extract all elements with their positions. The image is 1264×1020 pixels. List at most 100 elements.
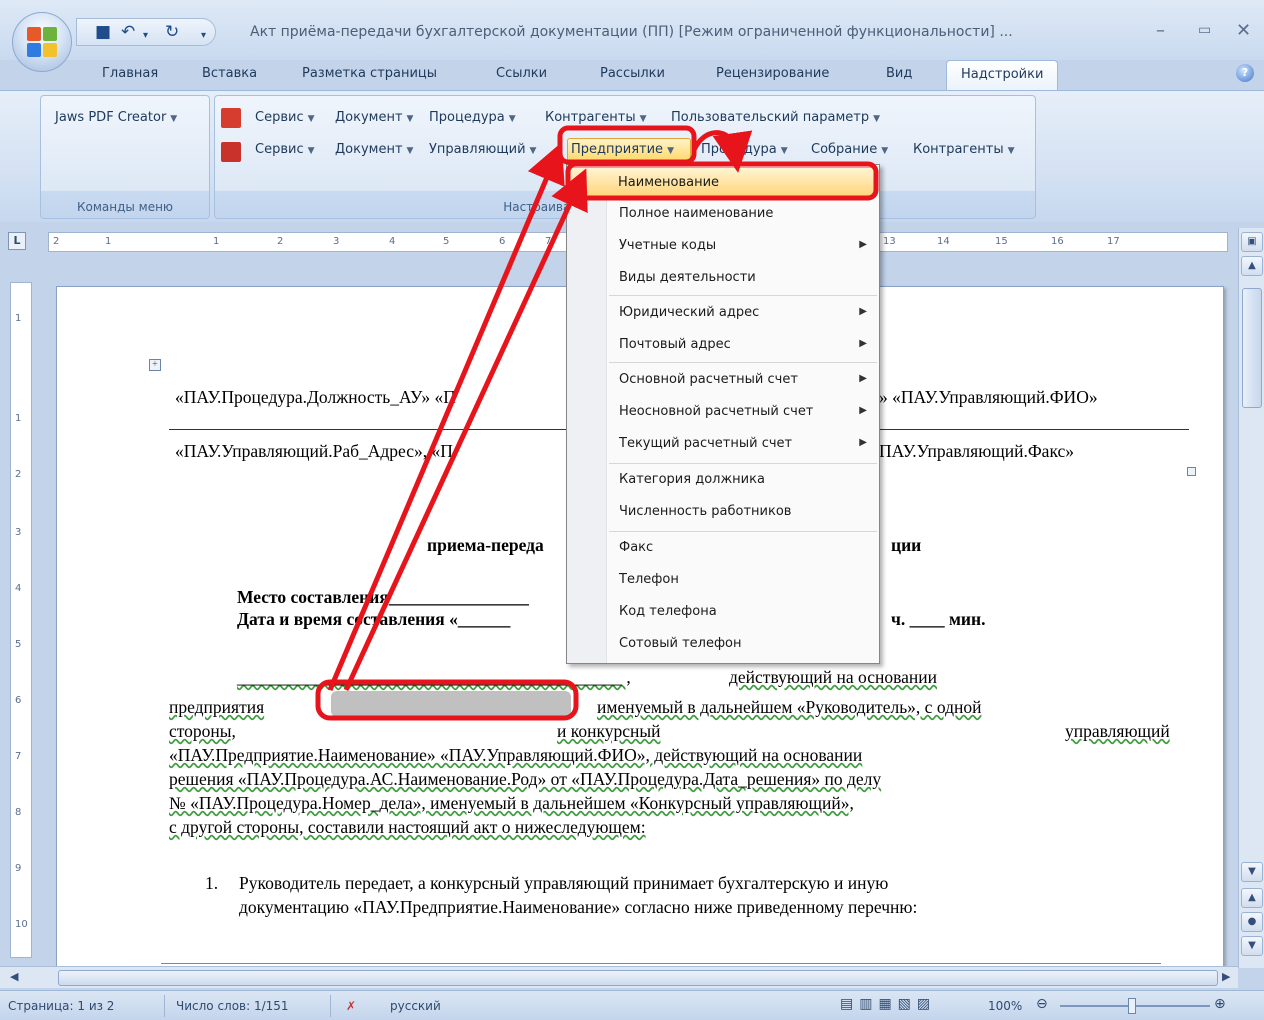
quick-access-toolbar: ■ ↶ ▾ ↻ ▾	[76, 18, 216, 46]
r2-document-menu[interactable]: Документ ▼	[335, 142, 413, 157]
menu-item-mobile-phone[interactable]: Сотовый телефон	[569, 629, 877, 659]
toolbar1-app-icon	[221, 108, 241, 128]
customize-qat-icon[interactable]: ▾	[201, 27, 206, 45]
doc-place: Место составления________________	[237, 587, 529, 607]
menu-item-name[interactable]: Наименование	[569, 167, 877, 197]
doc-line2-left: «ПАУ.Управляющий.Раб_Адрес», «П	[175, 441, 453, 461]
scroll-right-icon[interactable]: ▶	[1222, 970, 1230, 983]
zoom-slider-thumb[interactable]	[1128, 998, 1136, 1014]
menu-item-account-codes[interactable]: Учетные коды ▶	[569, 231, 877, 261]
status-bar: Страница: 1 из 2 Число слов: 1/151 ✗ рус…	[0, 990, 1264, 1020]
tab-review[interactable]: Рецензирование	[716, 66, 829, 81]
table-top-border	[161, 963, 1161, 964]
tab-mailings[interactable]: Рассылки	[600, 66, 665, 81]
jaws-pdf-creator-label: Jaws PDF Creator	[55, 110, 167, 125]
submenu-arrow-icon: ▶	[859, 239, 867, 250]
maximize-icon[interactable]: ▭	[1198, 22, 1211, 38]
minimize-icon[interactable]: –	[1156, 20, 1165, 41]
doc-p5: решения «ПАУ.Процедура.АС.Наименование.Р…	[169, 769, 882, 789]
doc-p3-mid: и конкурсный	[557, 721, 661, 741]
tab-view[interactable]: Вид	[886, 66, 912, 81]
doc-p6: № «ПАУ.Процедура.Номер_дела», именуемый …	[169, 793, 854, 813]
zoom-level[interactable]: 100%	[988, 999, 1022, 1013]
scroll-down-icon[interactable]: ▼	[1241, 862, 1263, 882]
r2-manager-menu[interactable]: Управляющий ▼	[429, 142, 536, 157]
enterprise-name-field[interactable]	[331, 691, 571, 717]
office-button[interactable]	[12, 12, 72, 72]
menu-item-postal-address[interactable]: Почтовый адрес ▶	[569, 330, 877, 360]
status-separator	[330, 995, 331, 1017]
zoom-in-icon[interactable]: ⊕	[1214, 996, 1226, 1012]
save-icon[interactable]: ■	[95, 23, 111, 41]
menu-item-employee-count[interactable]: Численность работников	[569, 497, 877, 527]
doc-line1-right: » «ПАУ.Управляющий.ФИО»	[879, 387, 1098, 407]
zoom-out-icon[interactable]: ⊖	[1036, 996, 1048, 1012]
prev-page-icon[interactable]: ▲	[1241, 888, 1263, 908]
horizontal-scrollbar[interactable]: ◀ ▶	[0, 966, 1238, 988]
submenu-arrow-icon: ▶	[859, 405, 867, 416]
jaws-pdf-creator-button[interactable]: Jaws PDF Creator ▼	[55, 110, 177, 125]
menu-item-activities[interactable]: Виды деятельности	[569, 263, 877, 293]
vertical-scroll-thumb[interactable]	[1242, 288, 1262, 408]
menu-item-current-account[interactable]: Текущий расчетный счет ▶	[569, 429, 877, 459]
undo-icon[interactable]: ↶	[121, 23, 135, 41]
help-icon[interactable]: ?	[1236, 64, 1254, 82]
r2-service-menu[interactable]: Сервис ▼	[255, 142, 315, 157]
view-buttons-icon[interactable]: ▤▥▦▧▨	[840, 996, 936, 1012]
menu-separator	[609, 362, 877, 363]
doc-p2-right: именуемый в дальнейшем «Руководитель», с…	[597, 697, 982, 717]
r2-counterparties-menu[interactable]: Контрагенты ▼	[913, 142, 1015, 157]
proofing-icon[interactable]: ✗	[346, 999, 356, 1013]
menu-item-main-account[interactable]: Основной расчетный счет ▶	[569, 365, 877, 395]
tab-insert[interactable]: Вставка	[202, 66, 257, 81]
close-icon[interactable]: ✕	[1236, 20, 1251, 41]
menu-item-phone[interactable]: Телефон	[569, 565, 877, 595]
r1-counterparties-menu[interactable]: Контрагенты ▼	[545, 110, 647, 125]
vertical-ruler[interactable]: 1 1 2 3 4 5 6 7 8 9 10	[10, 282, 32, 958]
doc-p2-left: предприятия	[169, 697, 265, 717]
doc-heading-right: ции	[891, 535, 922, 555]
r2-procedure-menu[interactable]: Процедура ▼	[701, 142, 788, 157]
submenu-arrow-icon: ▶	[859, 306, 867, 317]
r2-meeting-menu[interactable]: Собрание ▼	[811, 142, 888, 157]
tab-page-layout[interactable]: Разметка страницы	[302, 66, 437, 81]
submenu-arrow-icon: ▶	[859, 338, 867, 349]
office-logo-icon	[27, 27, 59, 59]
menu-item-fax[interactable]: Факс	[569, 533, 877, 563]
vertical-scrollbar[interactable]: ▣ ▲ ▼ ▲ ● ▼	[1238, 228, 1264, 968]
menu-item-legal-address[interactable]: Юридический адрес ▶	[569, 298, 877, 328]
menu-item-full-name[interactable]: Полное наименование	[569, 199, 877, 229]
tab-references[interactable]: Ссылки	[496, 66, 547, 81]
status-words[interactable]: Число слов: 1/151	[176, 999, 289, 1013]
menu-separator	[609, 463, 877, 464]
horizontal-scroll-thumb[interactable]	[58, 970, 1218, 986]
menu-item-phone-code[interactable]: Код телефона	[569, 597, 877, 627]
undo-dropdown-icon[interactable]: ▾	[143, 27, 148, 45]
r1-user-parameter-menu[interactable]: Пользовательский параметр ▼	[671, 110, 880, 125]
menu-item-secondary-account[interactable]: Неосновной расчетный счет ▶	[569, 397, 877, 427]
browse-object-icon[interactable]: ●	[1241, 912, 1263, 932]
tab-home[interactable]: Главная	[102, 66, 158, 81]
scroll-up-icon[interactable]: ▲	[1241, 256, 1263, 276]
status-separator	[164, 995, 165, 1017]
view-ruler-icon[interactable]: ▣	[1241, 232, 1263, 252]
status-language[interactable]: русский	[390, 999, 441, 1013]
ribbon-tabs: Главная Вставка Разметка страницы Ссылки…	[0, 60, 1264, 92]
redo-icon[interactable]: ↻	[165, 23, 179, 41]
tab-selector-icon[interactable]: L	[8, 232, 26, 250]
doc-date-right: ч. ____ мин.	[891, 609, 986, 629]
status-page[interactable]: Страница: 1 из 2	[8, 999, 114, 1013]
r1-procedure-menu[interactable]: Процедура ▼	[429, 110, 516, 125]
tab-addins[interactable]: Надстройки	[946, 60, 1059, 92]
enterprise-dropdown-menu: Наименование Полное наименование Учетные…	[566, 164, 880, 664]
r1-document-menu[interactable]: Документ ▼	[335, 110, 413, 125]
doc-p3-right: управляющий	[1065, 721, 1170, 741]
table-anchor-icon[interactable]: +	[149, 359, 161, 371]
group-menu-commands: Jaws PDF Creator ▼ Команды меню	[40, 95, 210, 219]
doc-p3-left: стороны,	[169, 721, 236, 741]
menu-item-debtor-category[interactable]: Категория должника	[569, 465, 877, 495]
next-page-icon[interactable]: ▼	[1241, 936, 1263, 956]
scroll-left-icon[interactable]: ◀	[10, 970, 18, 983]
r1-service-menu[interactable]: Сервис ▼	[255, 110, 315, 125]
r2-enterprise-menu[interactable]: Предприятие ▼	[571, 142, 674, 157]
